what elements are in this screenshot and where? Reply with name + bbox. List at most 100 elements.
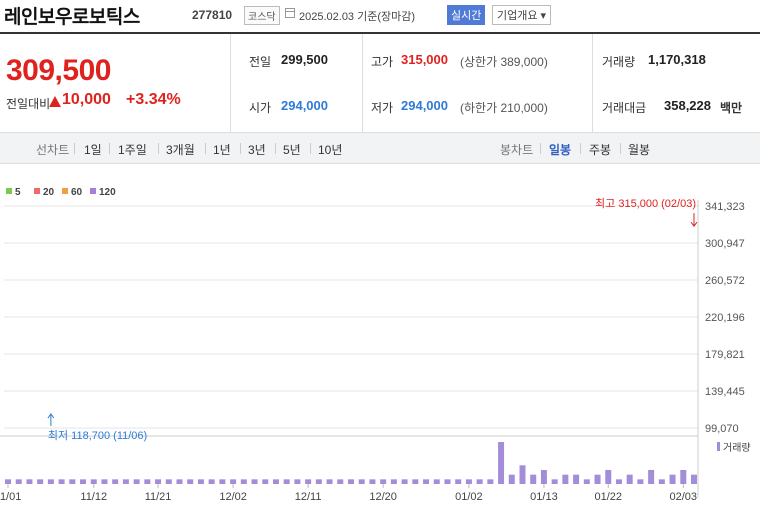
volume-bar	[283, 479, 290, 484]
stock-chart: 5 20 60 120 341,323 300,947 260,572 220,196 179,…	[0, 178, 760, 510]
current-price: 309,500	[6, 54, 111, 87]
divider	[205, 143, 206, 154]
volume-bar	[476, 479, 483, 484]
y-tick-label: 341,323	[705, 201, 745, 213]
candle-weekly[interactable]: 주봉	[589, 141, 611, 158]
min-annotation: 최저 118,700 (11/06)	[48, 429, 147, 442]
volume-bar	[37, 479, 44, 484]
legend-swatch-120	[90, 188, 96, 194]
volume-bar	[58, 479, 65, 484]
legend-swatch-20	[34, 188, 40, 194]
volume-bar	[348, 479, 354, 484]
volume-bar	[165, 479, 172, 484]
divider	[620, 143, 621, 154]
volume-bar	[540, 470, 547, 484]
volume-bar	[337, 479, 344, 484]
divider	[540, 143, 541, 154]
market-badge: 코스닥	[244, 6, 280, 25]
volume-bar	[658, 479, 665, 484]
volume-bar	[69, 479, 76, 484]
up-triangle-icon	[49, 96, 61, 107]
high-value: 315,000	[401, 52, 448, 67]
divider	[109, 143, 110, 154]
volume-bar	[455, 479, 462, 484]
volume-bar	[26, 479, 33, 484]
volume-bar	[691, 474, 697, 484]
diff-percent: +3.34%	[126, 91, 181, 108]
amount-unit: 백만	[720, 101, 743, 115]
divider	[580, 143, 581, 154]
volume-value: 1,170,318	[648, 52, 706, 67]
period-1w[interactable]: 1주일	[118, 141, 147, 158]
x-tick-label: 01/02	[455, 491, 483, 503]
period-3m[interactable]: 3개월	[166, 141, 195, 158]
open-label: 시가	[249, 101, 272, 115]
price-summary: 309,500 전일대비 10,000 +3.34%	[0, 34, 230, 132]
volume-bar	[562, 474, 569, 484]
volume-bar	[680, 470, 687, 484]
volume-bar	[155, 479, 162, 484]
amount-value: 358,228	[664, 98, 711, 113]
volume-bar	[144, 479, 151, 484]
x-tick-label: 01/22	[594, 491, 622, 503]
volume-bar	[122, 479, 129, 484]
candle-chart-label[interactable]: 봉차트	[500, 141, 533, 158]
volume-bar	[47, 479, 54, 484]
volume-bar	[594, 474, 601, 484]
period-1y[interactable]: 1년	[213, 141, 231, 158]
period-5y[interactable]: 5년	[283, 141, 301, 158]
line-chart-label[interactable]: 선차트	[36, 141, 69, 158]
volume-bar	[230, 479, 237, 484]
volume-bar	[176, 479, 183, 484]
divider	[74, 143, 75, 154]
volume-bar	[433, 479, 440, 484]
candle-daily[interactable]: 일봉	[549, 141, 571, 158]
stock-code: 277810	[192, 8, 233, 22]
period-3y[interactable]: 3년	[248, 141, 266, 158]
volume-bar	[80, 479, 87, 484]
volume-bar	[412, 479, 419, 484]
divider	[230, 34, 231, 132]
lower-limit: (하한가 210,000)	[460, 101, 548, 115]
y-tick-label: 220,196	[705, 312, 745, 324]
volume-bar	[390, 479, 397, 484]
y-tick-label: 99,070	[705, 423, 739, 435]
y-tick-label: 260,572	[705, 275, 745, 287]
volume-bar	[380, 479, 387, 484]
realtime-button[interactable]: 실시간	[447, 5, 486, 25]
volume-bar	[551, 479, 558, 484]
open-value: 294,000	[281, 98, 328, 113]
volume-bar	[294, 479, 301, 484]
divider	[592, 34, 593, 132]
volume-bar	[498, 442, 505, 484]
y-tick-label: 179,821	[705, 349, 745, 361]
volume-bar	[369, 479, 376, 484]
calendar-icon	[285, 8, 295, 18]
volume-bar	[605, 470, 612, 484]
volume-bar	[101, 479, 108, 484]
legend-label-5: 5	[15, 187, 21, 198]
prev-close-value: 299,500	[281, 52, 328, 67]
volume-bar	[573, 474, 580, 484]
volume-bar	[251, 479, 258, 484]
volume-bar	[262, 479, 269, 484]
volume-bar	[423, 479, 430, 484]
legend-swatch-5	[6, 188, 12, 194]
volume-bar	[583, 479, 590, 484]
period-1d[interactable]: 1일	[84, 141, 102, 158]
volume-bar	[530, 474, 537, 484]
volume-bar	[272, 479, 279, 484]
company-overview-dropdown[interactable]: 기업개요 ▾	[492, 5, 552, 25]
candle-monthly[interactable]: 월봉	[628, 141, 650, 158]
x-tick-label: 11/21	[145, 491, 172, 503]
volume-bar	[519, 465, 526, 484]
volume-bar	[669, 474, 676, 484]
period-10y[interactable]: 10년	[318, 141, 342, 158]
volume-bar	[5, 479, 11, 484]
upper-limit: (상한가 389,000)	[460, 55, 548, 69]
x-tick-label: 12/11	[295, 491, 322, 503]
volume-bar	[326, 479, 333, 484]
x-tick-label: 01/13	[530, 491, 558, 503]
volume-bar	[208, 479, 215, 484]
divider	[310, 143, 311, 154]
